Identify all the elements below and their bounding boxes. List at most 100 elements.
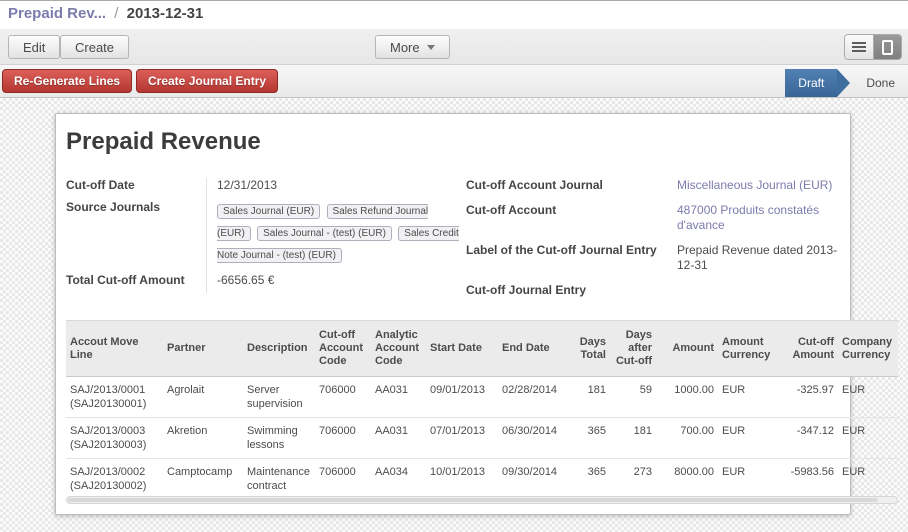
table-cell: 706000 (315, 459, 371, 500)
journal-tag[interactable]: Sales Journal (EUR) (217, 204, 320, 219)
column-header: Analytic Account Code (371, 321, 426, 377)
table-cell: 8000.00 (656, 459, 718, 500)
table-cell: Swimming lessons (243, 418, 315, 459)
field-cutoff-date: Cut-off Date 12/31/2013 (66, 176, 466, 193)
chevron-down-icon (427, 45, 435, 50)
table-row[interactable]: SAJ/2013/0001 (SAJ20130001)AgrolaitServe… (66, 377, 898, 418)
create-journal-entry-button[interactable]: Create Journal Entry (136, 69, 278, 93)
table-cell: 10/01/2013 (426, 459, 498, 500)
table-cell: EUR (838, 459, 898, 500)
table-cell: AA034 (371, 459, 426, 500)
cutoff-account-label: Cut-off Account (466, 201, 666, 218)
field-group-right: Cut-off Account Journal Miscellaneous Jo… (466, 176, 844, 306)
column-header: Cut-off Account Code (315, 321, 371, 377)
table-cell: 365 (574, 459, 610, 500)
table-cell: Akretion (163, 418, 243, 459)
column-header: Amount Currency (718, 321, 778, 377)
field-cutoff-account: Cut-off Account 487000 Produits constaté… (466, 201, 844, 233)
table-cell: AA031 (371, 418, 426, 459)
account-journal-label: Cut-off Account Journal (466, 176, 666, 193)
statusbar: Re-Generate Lines Create Journal Entry D… (0, 65, 908, 98)
entry-label-label: Label of the Cut-off Journal Entry (466, 241, 666, 258)
journal-tag[interactable]: Sales Journal - (test) (EUR) (257, 226, 392, 241)
regenerate-lines-button[interactable]: Re-Generate Lines (2, 69, 132, 93)
table-cell: Camptocamp (163, 459, 243, 500)
table-cell: EUR (718, 459, 778, 500)
table-cell: EUR (838, 418, 898, 459)
table-cell: Server supervision (243, 377, 315, 418)
field-entry-label: Label of the Cut-off Journal Entry Prepa… (466, 241, 844, 273)
horizontal-scrollbar[interactable] (66, 496, 898, 504)
more-button-label: More (390, 40, 420, 55)
breadcrumb-separator: / (110, 5, 122, 22)
field-source-journals: Source Journals Sales Journal (EUR) Sale… (66, 198, 466, 266)
form-view-button[interactable] (873, 35, 901, 59)
column-header: Partner (163, 321, 243, 377)
source-journals-tags: Sales Journal (EUR) Sales Refund Journal… (206, 198, 466, 266)
breadcrumb-parent-link[interactable]: Prepaid Rev... (8, 5, 106, 22)
create-button[interactable]: Create (60, 35, 129, 59)
table-cell: 181 (610, 418, 656, 459)
scrollbar-thumb[interactable] (68, 498, 878, 502)
cutoff-lines-header-row: Accout Move LinePartnerDescriptionCut-of… (66, 321, 898, 377)
cutoff-account-value[interactable]: 487000 Produits constatés d'avance (666, 201, 844, 233)
account-journal-value[interactable]: Miscellaneous Journal (EUR) (666, 176, 844, 193)
cutoff-date-label: Cut-off Date (66, 176, 206, 193)
list-view-button[interactable] (845, 35, 873, 59)
table-cell: -347.12 (778, 418, 838, 459)
table-cell: SAJ/2013/0002 (SAJ20130002) (66, 459, 163, 500)
table-cell: -325.97 (778, 377, 838, 418)
column-header: Accout Move Line (66, 321, 163, 377)
table-cell: EUR (718, 377, 778, 418)
table-cell: SAJ/2013/0003 (SAJ20130003) (66, 418, 163, 459)
statusbar-states: Draft Done (785, 69, 908, 97)
page-background: Prepaid Revenue Cut-off Date 12/31/2013 … (0, 98, 908, 532)
table-row[interactable]: SAJ/2013/0003 (SAJ20130003)AkretionSwimm… (66, 418, 898, 459)
table-cell: -5983.56 (778, 459, 838, 500)
table-cell: Agrolait (163, 377, 243, 418)
list-icon (852, 42, 866, 52)
form-icon (882, 40, 893, 55)
table-cell: SAJ/2013/0001 (SAJ20130001) (66, 377, 163, 418)
more-button[interactable]: More (375, 35, 450, 59)
table-cell: 09/01/2013 (426, 377, 498, 418)
form-sheet: Prepaid Revenue Cut-off Date 12/31/2013 … (55, 113, 851, 515)
breadcrumb-bar: Prepaid Rev... / 2013-12-31 (0, 2, 908, 29)
table-cell: 181 (574, 377, 610, 418)
column-header: Cut-off Amount (778, 321, 838, 377)
column-header: Days after Cut-off (610, 321, 656, 377)
table-cell: 59 (610, 377, 656, 418)
column-header: Description (243, 321, 315, 377)
edit-button[interactable]: Edit (8, 35, 60, 59)
entry-label-value: Prepaid Revenue dated 2013-12-31 (666, 241, 844, 273)
column-header: Amount (656, 321, 718, 377)
table-cell: EUR (838, 377, 898, 418)
table-cell: 700.00 (656, 418, 718, 459)
table-cell: 07/01/2013 (426, 418, 498, 459)
field-total-cutoff: Total Cut-off Amount -6656.65 € (66, 271, 466, 288)
table-cell: 273 (610, 459, 656, 500)
field-journal-entry: Cut-off Journal Entry (466, 281, 844, 298)
app-window: Prepaid Rev... / 2013-12-31 Edit Create … (0, 0, 908, 532)
table-cell: 06/30/2014 (498, 418, 574, 459)
table-row[interactable]: SAJ/2013/0002 (SAJ20130002)CamptocampMai… (66, 459, 898, 500)
field-account-journal: Cut-off Account Journal Miscellaneous Jo… (466, 176, 844, 193)
table-cell: Maintenance contract (243, 459, 315, 500)
cutoff-lines-body: SAJ/2013/0001 (SAJ20130001)AgrolaitServe… (66, 377, 898, 500)
table-cell: 706000 (315, 418, 371, 459)
state-done: Done (853, 69, 908, 97)
breadcrumb: Prepaid Rev... / 2013-12-31 (8, 5, 203, 22)
field-group-left: Cut-off Date 12/31/2013 Source Journals … (66, 176, 466, 293)
total-cutoff-value: -6656.65 € (206, 271, 466, 288)
table-cell: 706000 (315, 377, 371, 418)
column-header: Company Currency (838, 321, 898, 377)
table-cell: 365 (574, 418, 610, 459)
column-header: End Date (498, 321, 574, 377)
table-cell: 09/30/2014 (498, 459, 574, 500)
state-draft: Draft (785, 69, 837, 97)
cutoff-date-value: 12/31/2013 (206, 176, 466, 193)
table-cell: 02/28/2014 (498, 377, 574, 418)
journal-entry-value (666, 281, 844, 283)
column-header: Start Date (426, 321, 498, 377)
journal-entry-label: Cut-off Journal Entry (466, 281, 666, 298)
